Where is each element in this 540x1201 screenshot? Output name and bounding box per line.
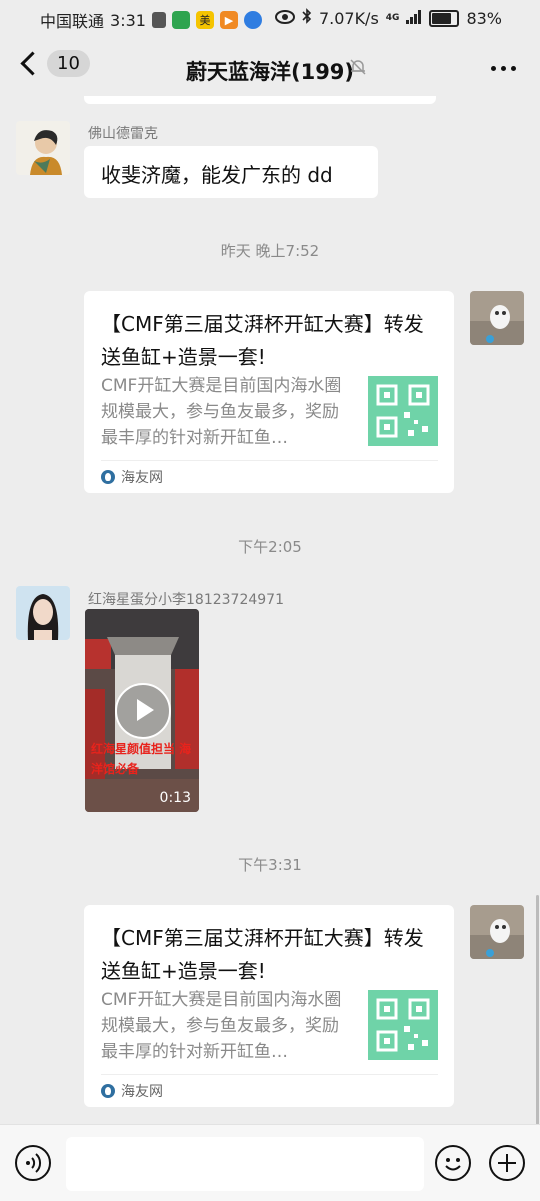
source-logo-icon [101, 470, 115, 484]
self-avatar[interactable] [470, 291, 524, 345]
video-duration: 0:13 [159, 790, 191, 806]
input-bar [0, 1124, 540, 1201]
carrier-label: 中国联通 [40, 12, 105, 31]
card-description: CMF开缸大赛是目前国内海水圈规模最大，参与鱼友最多，奖励最丰厚的针对新开缸鱼… [101, 990, 342, 1062]
app-notification-icon [171, 11, 190, 29]
voice-button[interactable] [15, 1145, 51, 1181]
video-caption: 红海星颜值担当 海洋馆必备 [91, 742, 192, 776]
chat-title: 蔚天蓝海洋(199) [185, 60, 355, 84]
avatar[interactable] [16, 586, 70, 640]
qr-thumbnail [368, 376, 438, 446]
network-speed: 7.07K/s [318, 8, 379, 28]
card-divider [101, 1074, 438, 1075]
card-title: 【CMF第三届艾湃杯开缸大赛】转发送鱼缸+造景一套! [101, 312, 424, 369]
smiley-icon [445, 1158, 461, 1171]
battery-icon [429, 9, 460, 27]
timestamp: 昨天 晚上7:52 [220, 242, 320, 260]
shield-icon [151, 12, 166, 28]
source-logo-icon [101, 1084, 115, 1098]
previous-message-bubble[interactable] [84, 96, 436, 104]
battery-percent: 83% [466, 8, 502, 28]
play-icon[interactable] [115, 683, 171, 739]
plus-icon [498, 1154, 516, 1172]
link-card[interactable]: 【CMF第三届艾湃杯开缸大赛】转发送鱼缸+造景一套! CMF开缸大赛是目前国内海… [84, 291, 454, 493]
message-bubble[interactable]: 收斐济魔，能发广东的 dd [84, 146, 378, 198]
avatar[interactable] [16, 121, 70, 175]
meituan-icon: 美 [195, 11, 214, 29]
self-avatar[interactable] [470, 905, 524, 959]
more-options-button[interactable] [491, 66, 516, 71]
qr-thumbnail [368, 990, 438, 1060]
sender-name: 佛山德雷克 [88, 126, 158, 142]
card-description: CMF开缸大赛是目前国内海水圈规模最大，参与鱼友最多，奖励最丰厚的针对新开缸鱼… [101, 376, 342, 448]
sender-name: 红海星蛋分小李18123724971 [88, 592, 284, 608]
card-divider [101, 460, 438, 461]
chat-header: 10 蔚天蓝海洋(199) [0, 36, 540, 100]
emoji-button[interactable] [435, 1145, 471, 1181]
status-bar: 中国联通 3:31 美 ▶ 7.07K/s 4G 83% [0, 0, 540, 36]
card-source: 海友网 [101, 1081, 163, 1101]
video-app-icon: ▶ [219, 11, 238, 29]
message-text: 收斐济魔，能发广东的 dd [101, 163, 333, 187]
clock: 3:31 [110, 10, 146, 30]
bluetooth-icon [302, 8, 312, 28]
network-type: 4G [385, 13, 400, 23]
card-source-label: 海友网 [121, 470, 163, 486]
mute-bell-icon [349, 58, 367, 80]
card-source-label: 海友网 [121, 1084, 163, 1100]
timestamp: 下午2:05 [238, 538, 302, 556]
signal-icon [406, 9, 422, 28]
card-source: 海友网 [101, 467, 163, 487]
eye-icon [274, 9, 295, 28]
card-title: 【CMF第三届艾湃杯开缸大赛】转发送鱼缸+造景一套! [101, 926, 424, 983]
scrollbar[interactable] [536, 895, 539, 1125]
message-input[interactable] [66, 1137, 424, 1191]
link-card[interactable]: 【CMF第三届艾湃杯开缸大赛】转发送鱼缸+造景一套! CMF开缸大赛是目前国内海… [84, 905, 454, 1107]
voice-icon [26, 1153, 42, 1173]
more-functions-button[interactable] [489, 1145, 525, 1181]
video-message[interactable]: 红海星颜值担当 海洋馆必备 0:13 [85, 609, 199, 812]
browser-icon [243, 11, 262, 29]
timestamp: 下午3:31 [238, 856, 302, 874]
